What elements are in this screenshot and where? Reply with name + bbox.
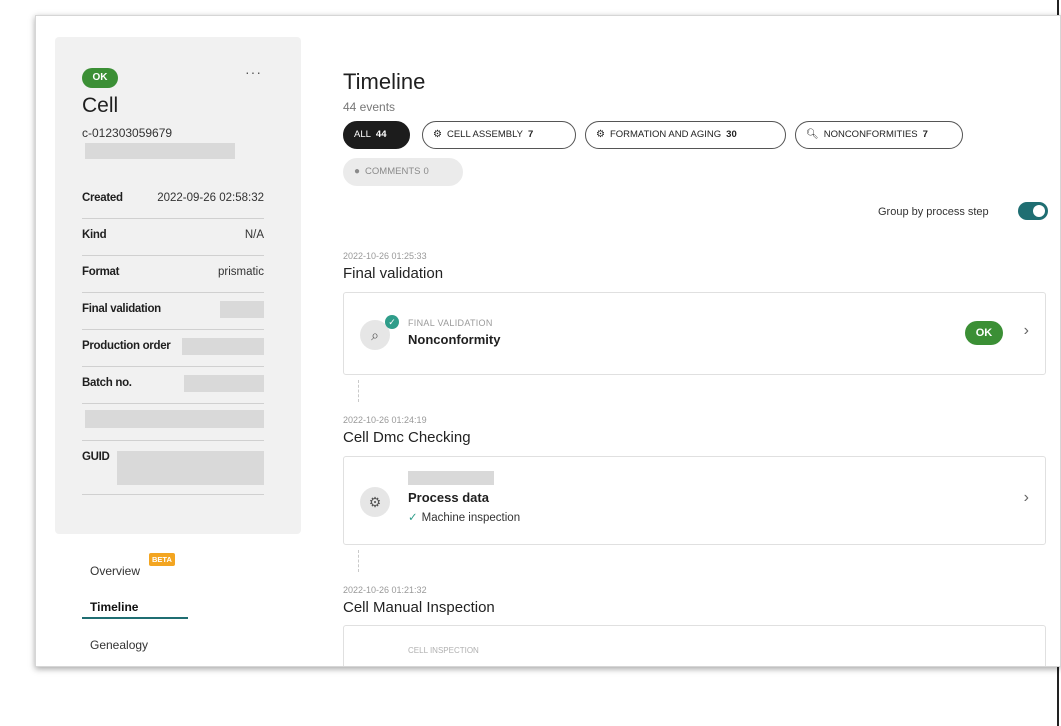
timeline-connector <box>358 380 359 402</box>
gears-icon: ⚙ <box>596 129 605 140</box>
cell-title: Cell <box>82 94 119 117</box>
event-category: FINAL VALIDATION <box>408 318 493 328</box>
filter-label: NONCONFORMITIES <box>823 129 918 140</box>
comment-icon: ● <box>354 166 361 177</box>
group-by-label: Group by process step <box>878 206 989 218</box>
meta-value: 2022-09-26 02:58:32 <box>157 192 264 204</box>
status-badge: OK <box>82 68 118 88</box>
cell-summary-panel: OK ··· Cell c-012303059679 Created 2022-… <box>55 37 301 534</box>
redacted-field <box>85 143 235 159</box>
active-tab-indicator <box>82 617 188 619</box>
filter-label: ALL <box>354 129 371 140</box>
event-step-title: Final validation <box>343 265 444 282</box>
meta-value: prismatic <box>217 266 264 278</box>
redacted-value <box>220 301 264 318</box>
timeline-connector <box>358 550 359 572</box>
meta-key: Kind <box>82 229 107 241</box>
meta-row-batch-no: Batch no. <box>82 373 264 404</box>
meta-row-guid: GUID <box>82 447 264 495</box>
toggle-knob <box>1033 205 1045 217</box>
redacted-field <box>408 471 494 485</box>
meta-key: Format <box>82 266 120 278</box>
filter-count: 30 <box>726 129 737 140</box>
meta-row-production-order: Production order <box>82 336 264 367</box>
tab-overview[interactable]: Overview <box>90 564 140 578</box>
app-window: OK ··· Cell c-012303059679 Created 2022-… <box>35 15 1061 667</box>
filter-formation-and-aging[interactable]: ⚙ FORMATION AND AGING 30 <box>585 121 786 149</box>
event-timestamp: 2022-10-26 01:25:33 <box>343 251 427 261</box>
chevron-right-icon[interactable]: › <box>1024 322 1029 340</box>
status-badge: OK <box>965 321 1003 345</box>
filter-all[interactable]: ALL 44 <box>343 121 410 149</box>
event-timestamp: 2022-10-26 01:21:32 <box>343 585 427 595</box>
filter-count: 7 <box>922 129 928 140</box>
filter-nonconformities[interactable]: 🔍︎ NONCONFORMITIES 7 <box>795 121 963 149</box>
event-step-title: Cell Manual Inspection <box>343 599 495 616</box>
tab-timeline[interactable]: Timeline <box>90 600 138 614</box>
meta-key: Batch no. <box>82 377 132 389</box>
redacted-value <box>85 410 264 428</box>
more-options-icon[interactable]: ··· <box>245 64 262 80</box>
meta-row-final-validation: Final validation <box>82 299 264 330</box>
event-detail-text: Machine inspection <box>421 512 521 524</box>
group-by-toggle[interactable] <box>1018 202 1048 220</box>
redacted-value <box>182 338 264 355</box>
page-title: Timeline <box>343 69 426 94</box>
meta-key: Created <box>82 192 123 204</box>
event-count: 44 events <box>343 100 396 114</box>
meta-row-kind: Kind N/A <box>82 225 264 256</box>
filter-cell-assembly[interactable]: ⚙ CELL ASSEMBLY 7 <box>422 121 576 149</box>
tab-genealogy[interactable]: Genealogy <box>90 638 148 652</box>
meta-value: N/A <box>244 229 264 241</box>
meta-key: Final validation <box>82 303 161 315</box>
beta-badge: BETA <box>149 553 175 566</box>
chevron-right-icon[interactable]: › <box>1024 489 1029 507</box>
filter-count: 0 <box>423 166 429 177</box>
event-category: CELL INSPECTION <box>408 646 479 655</box>
meta-key: GUID <box>82 451 110 463</box>
event-step-title: Cell Dmc Checking <box>343 429 471 446</box>
event-card-final-validation[interactable]: ⌕ ✓ FINAL VALIDATION Nonconformity OK › <box>343 292 1046 375</box>
filter-label: FORMATION AND AGING <box>609 129 722 140</box>
redacted-value <box>117 451 264 485</box>
meta-row-created: Created 2022-09-26 02:58:32 <box>82 188 264 219</box>
cell-id: c-012303059679 <box>82 126 173 140</box>
check-icon: ✓ <box>385 315 399 329</box>
filter-count: 7 <box>528 129 534 140</box>
filter-label: COMMENTS <box>365 166 421 177</box>
meta-row-format: Format prismatic <box>82 262 264 293</box>
filter-comments[interactable]: ● COMMENTS 0 <box>343 158 463 186</box>
filter-count: 44 <box>375 129 387 140</box>
gears-icon: ⚙ <box>433 129 442 140</box>
meta-key: Production order <box>82 340 171 352</box>
event-card-manual-inspection[interactable]: CELL INSPECTION <box>343 625 1046 666</box>
event-name: Nonconformity <box>408 332 501 347</box>
meta-row-redacted <box>82 410 264 441</box>
event-detail: ✓ Machine inspection <box>408 510 520 524</box>
check-icon: ✓ <box>408 512 418 524</box>
search-icon: 🔍︎ <box>806 129 819 140</box>
event-timestamp: 2022-10-26 01:24:19 <box>343 415 427 425</box>
gears-icon: ⚙ <box>360 487 390 517</box>
event-card-dmc-checking[interactable]: ⚙ Process data ✓ Machine inspection › <box>343 456 1046 545</box>
redacted-value <box>184 375 264 392</box>
filter-label: CELL ASSEMBLY <box>446 129 524 140</box>
event-name: Process data <box>408 490 489 505</box>
